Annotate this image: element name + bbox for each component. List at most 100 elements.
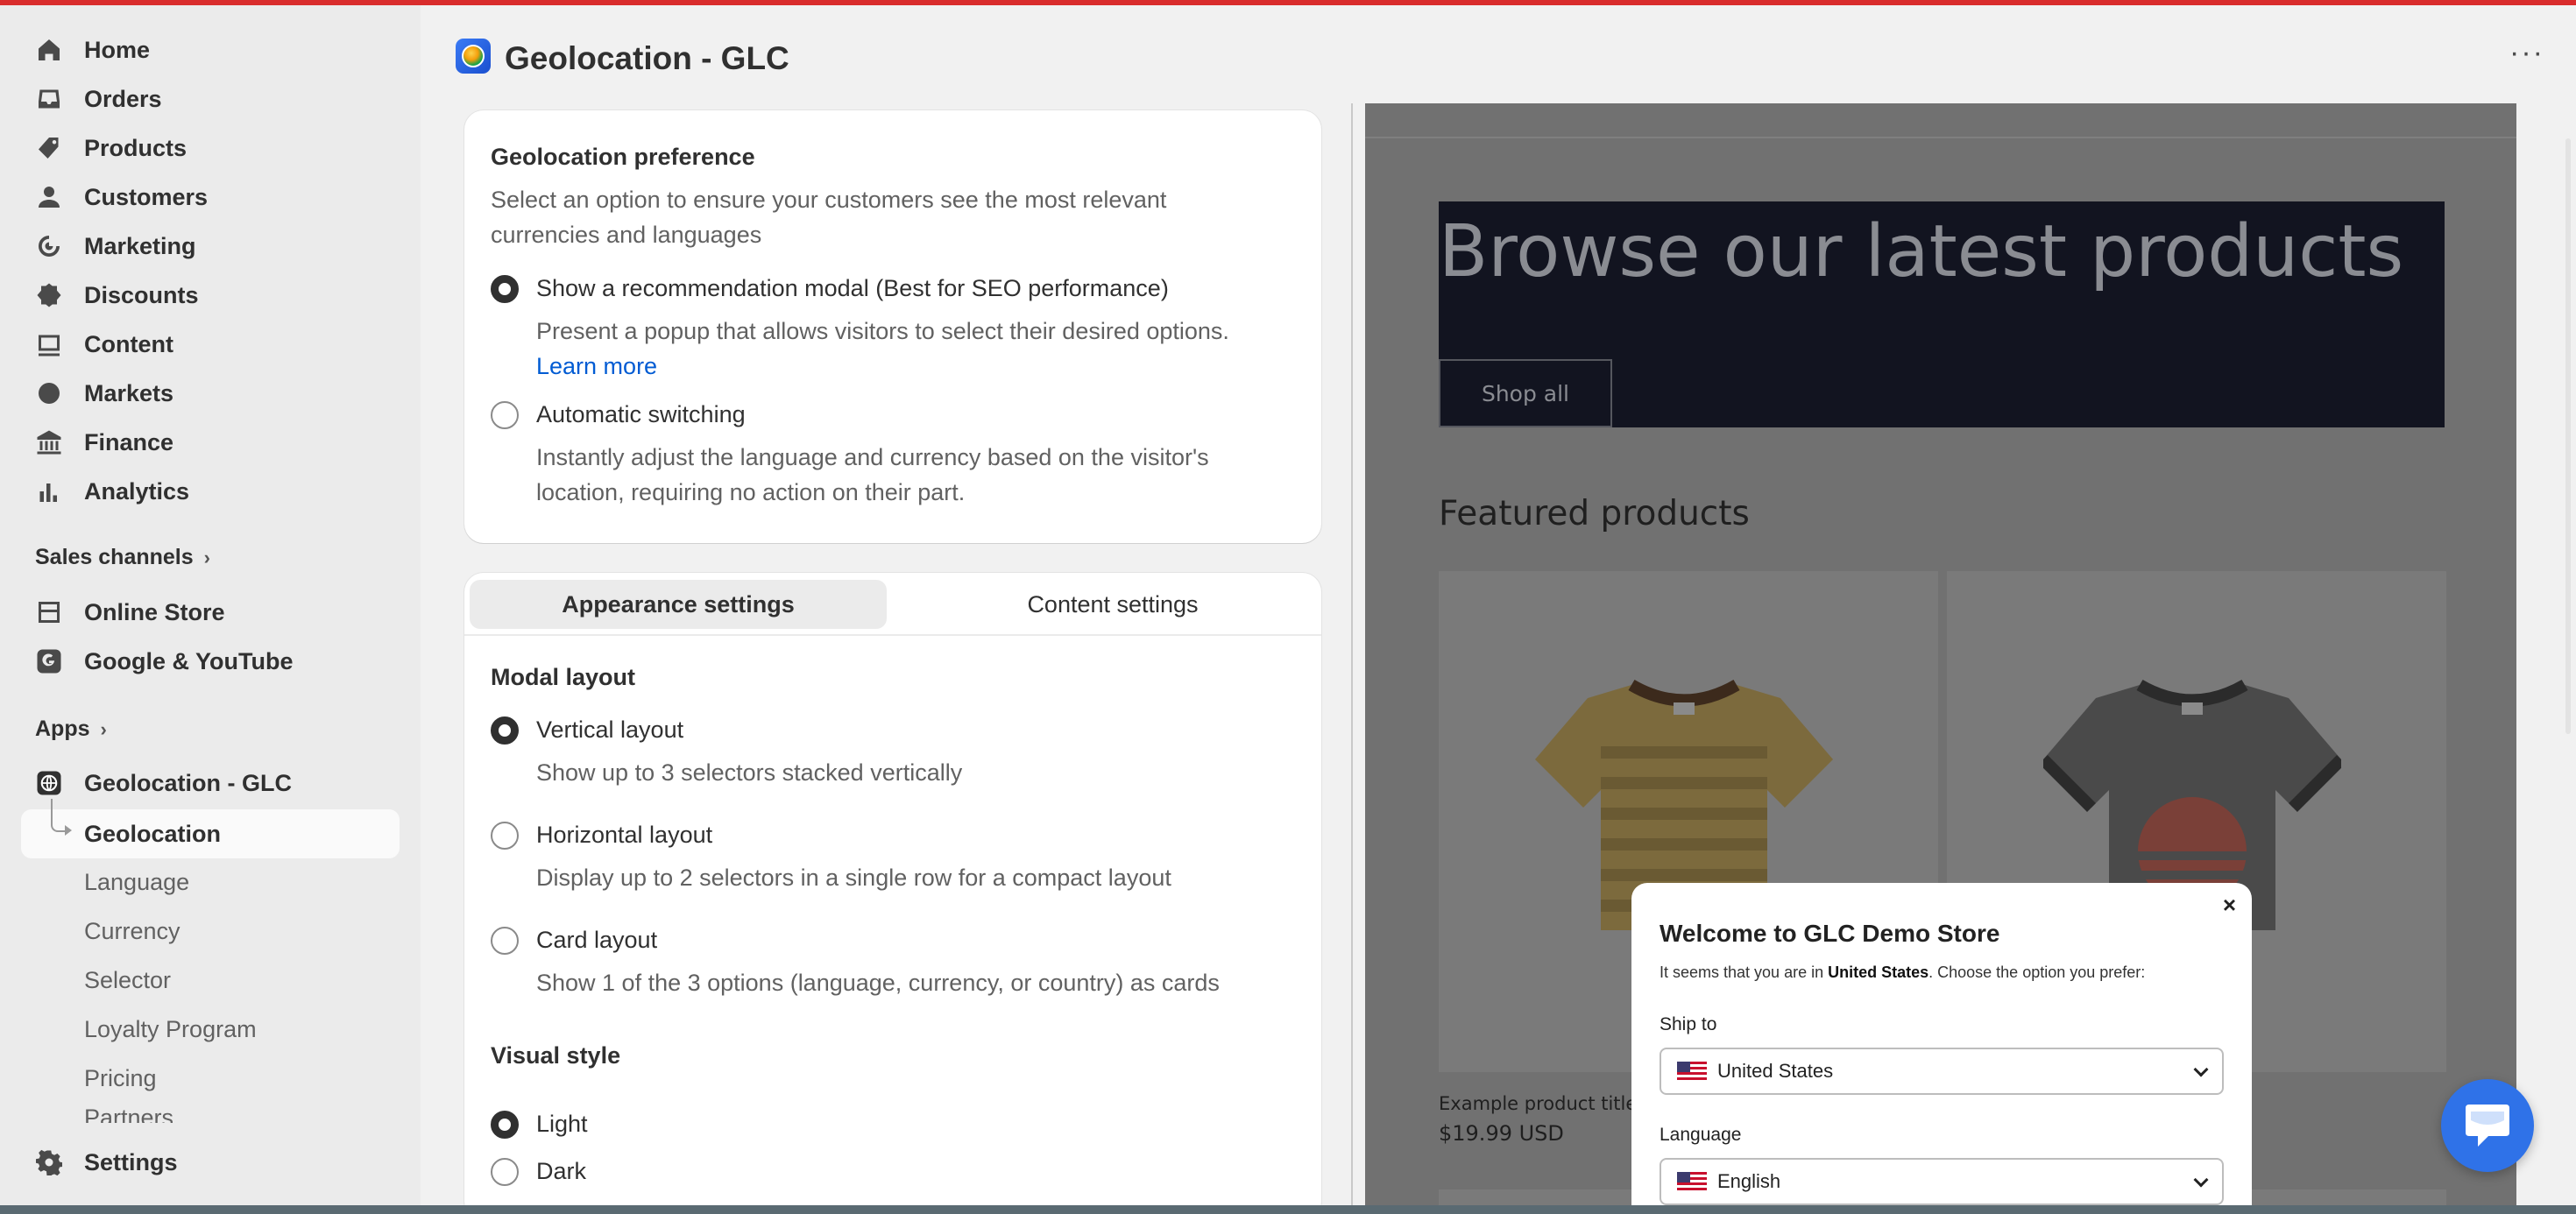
visual-style-title: Visual style: [491, 1042, 621, 1069]
sidebar-subitem-geolocation[interactable]: Geolocation: [84, 809, 221, 858]
sidebar-subitem-pricing[interactable]: Pricing: [84, 1055, 157, 1101]
sidebar-item-label: Analytics: [84, 477, 190, 505]
ship-to-label: Ship to: [1660, 1014, 1717, 1034]
settings-tabs: Appearance settings Content settings: [470, 580, 1321, 629]
sidebar-item-label: Products: [84, 134, 188, 161]
page-header: Geolocation - GLC ···: [421, 5, 2576, 103]
page-title: Geolocation - GLC: [505, 40, 789, 76]
sidebar-item-label: Markets: [84, 379, 174, 406]
sidebar-item-google-youtube[interactable]: Google & YouTube: [21, 639, 400, 684]
learn-more-link[interactable]: Learn more: [536, 353, 657, 379]
sidebar-item-marketing[interactable]: Marketing: [21, 223, 400, 269]
sidebar-subitem-loyalty[interactable]: Loyalty Program: [84, 1006, 257, 1052]
chevron-down-icon: [2193, 1172, 2209, 1188]
discount-icon: [32, 278, 67, 313]
sidebar-item-content[interactable]: Content: [21, 321, 400, 367]
google-icon: [32, 644, 67, 679]
preview-scrollbar[interactable]: [2558, 103, 2576, 1205]
language-label: Language: [1660, 1125, 1742, 1145]
target-icon: [32, 229, 67, 264]
apps-heading[interactable]: Apps ›: [35, 716, 107, 742]
option-recommendation-modal-desc: Present a popup that allows visitors to …: [536, 318, 1229, 379]
sidebar-item-label: Marketing: [84, 232, 196, 259]
gear-icon: [32, 1145, 67, 1180]
sidebar-item-label: Orders: [84, 85, 162, 112]
sidebar-item-label: Geolocation - GLC: [84, 769, 293, 796]
hero-banner-title: Browse our latest products: [1439, 210, 2404, 293]
modal-layout-title: Modal layout: [491, 664, 636, 690]
preference-title: Geolocation preference: [491, 144, 755, 170]
globe-icon: [32, 376, 67, 411]
product-title[interactable]: Example product title: [1439, 1093, 1637, 1114]
sidebar: Home Orders Products Customers Marketing…: [0, 5, 421, 1205]
option-card-layout-label[interactable]: Card layout: [536, 927, 657, 954]
tabs-divider: [464, 634, 1321, 636]
bank-icon: [32, 425, 67, 460]
desktop-strip: [0, 1205, 2576, 1214]
radio-light-style[interactable]: [491, 1111, 519, 1139]
sidebar-item-geolocation-glc[interactable]: Geolocation - GLC: [21, 760, 400, 806]
sidebar-item-label: Google & YouTube: [84, 647, 294, 674]
radio-dark-style[interactable]: [491, 1158, 519, 1186]
option-dark-label[interactable]: Dark: [536, 1158, 586, 1185]
radio-vertical-layout[interactable]: [491, 716, 519, 745]
option-vertical-layout-desc: Show up to 3 selectors stacked verticall…: [536, 759, 963, 786]
tab-appearance-settings[interactable]: Appearance settings: [470, 580, 887, 629]
bar-chart-icon: [32, 474, 67, 509]
radio-horizontal-layout[interactable]: [491, 822, 519, 850]
option-automatic-switching-label[interactable]: Automatic switching: [536, 401, 746, 428]
option-light-label[interactable]: Light: [536, 1111, 588, 1138]
scrollbar-thumb[interactable]: [2565, 138, 2571, 734]
radio-card-layout[interactable]: [491, 927, 519, 955]
sidebar-item-orders[interactable]: Orders: [21, 76, 400, 122]
us-flag-icon: [1677, 1172, 1707, 1191]
product-price: $19.99 USD: [1439, 1121, 1564, 1146]
preview-header-divider: [1365, 137, 2516, 138]
more-actions-button[interactable]: ···: [2509, 38, 2544, 67]
sales-channels-heading[interactable]: Sales channels ›: [35, 545, 210, 570]
us-flag-icon: [1677, 1062, 1707, 1081]
option-automatic-switching-desc: Instantly adjust the language and curren…: [536, 444, 1209, 505]
globe-app-icon: [32, 766, 67, 801]
sidebar-item-analytics[interactable]: Analytics: [21, 469, 400, 514]
chat-button[interactable]: [2441, 1079, 2534, 1172]
chevron-right-icon: ›: [203, 546, 210, 568]
sidebar-item-products[interactable]: Products: [21, 125, 400, 171]
radio-recommendation-modal[interactable]: [491, 275, 519, 303]
close-icon[interactable]: ×: [2223, 892, 2236, 919]
ship-to-select[interactable]: United States: [1660, 1048, 2224, 1095]
option-vertical-layout-label[interactable]: Vertical layout: [536, 716, 683, 744]
option-horizontal-layout-label[interactable]: Horizontal layout: [536, 822, 712, 849]
chat-icon: [2466, 1105, 2509, 1147]
option-recommendation-modal-label[interactable]: Show a recommendation modal (Best for SE…: [536, 275, 1169, 302]
sidebar-item-online-store[interactable]: Online Store: [21, 589, 400, 635]
tab-content-settings[interactable]: Content settings: [904, 580, 1321, 629]
sidebar-item-settings[interactable]: Settings: [21, 1140, 400, 1185]
inbox-icon: [32, 81, 67, 116]
sidebar-item-customers[interactable]: Customers: [21, 174, 400, 220]
sidebar-item-finance[interactable]: Finance: [21, 420, 400, 465]
sidebar-item-label: Customers: [84, 183, 209, 210]
sidebar-subitem-currency[interactable]: Currency: [84, 908, 180, 954]
app-logo-icon: [456, 39, 491, 74]
featured-products-heading: Featured products: [1439, 494, 1750, 533]
sidebar-item-label: Content: [84, 330, 173, 357]
sidebar-item-label: Discounts: [84, 281, 199, 308]
sidebar-item-label: Finance: [84, 428, 174, 455]
sidebar-subitem-selector[interactable]: Selector: [84, 957, 171, 1003]
modal-subtitle: It seems that you are in United States. …: [1660, 963, 2146, 981]
sidebar-item-markets[interactable]: Markets: [21, 371, 400, 416]
modal-title: Welcome to GLC Demo Store: [1660, 920, 2000, 947]
sidebar-item-label: Online Store: [84, 598, 225, 625]
sidebar-item-label: Settings: [84, 1148, 178, 1175]
radio-automatic-switching[interactable]: [491, 401, 519, 429]
shop-all-button[interactable]: Shop all: [1439, 359, 1612, 427]
chevron-right-icon: ›: [100, 717, 107, 740]
tag-icon: [32, 131, 67, 166]
sidebar-subitem-language[interactable]: Language: [84, 859, 189, 905]
sidebar-item-home[interactable]: Home: [21, 27, 400, 73]
language-select[interactable]: English: [1660, 1158, 2224, 1205]
sidebar-item-discounts[interactable]: Discounts: [21, 272, 400, 318]
store-icon: [32, 595, 67, 630]
preview-separator: [1351, 103, 1353, 1205]
